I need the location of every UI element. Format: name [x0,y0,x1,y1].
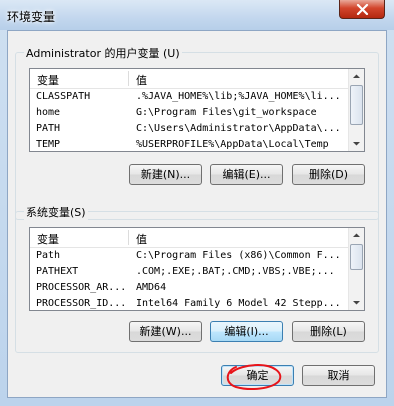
var-name: home [36,107,61,118]
var-value: AMD64 [136,282,167,293]
scroll-thumb[interactable] [350,85,363,125]
column-header-value[interactable]: 值 [136,231,147,247]
system-vars-title: 系统变量(S) [24,204,88,220]
scroll-thumb[interactable] [350,244,363,270]
system-vars-scrollbar[interactable] [348,228,364,310]
scroll-down-icon[interactable] [352,298,361,307]
var-value: C:\Users\Administrator\AppData\... [136,123,341,134]
close-icon [356,4,369,15]
user-vars-list[interactable]: 变量 值 CLASSPATH .%JAVA_HOME%\lib;%JAVA_HO… [29,68,365,152]
user-new-button[interactable]: 新建(N)... [129,164,202,185]
system-vars-list[interactable]: 变量 值 Path C:\Program Files (x86)\Common … [29,227,365,311]
user-vars-header: 变量 值 [30,69,348,89]
cancel-button[interactable]: 取消 [302,365,375,386]
window-title: 环境变量 [7,10,56,24]
user-edit-button[interactable]: 编辑(E)... [210,164,283,185]
system-edit-button[interactable]: 编辑(I)... [210,321,283,342]
ok-button[interactable]: 确定 [221,365,294,386]
var-value: .%JAVA_HOME%\lib;%JAVA_HOME%\li... [136,91,341,102]
dialog-body: Administrator 的用户变量 (U) 变量 值 CLASSPATH .… [7,30,387,398]
var-value: %USERPROFILE%\AppData\Local\Temp [136,139,329,150]
column-divider[interactable] [128,71,129,86]
system-vars-header: 变量 值 [30,228,348,248]
var-name: PATHEXT [36,266,79,277]
user-vars-title: Administrator 的用户变量 (U) [24,45,182,61]
table-row[interactable]: CLASSPATH .%JAVA_HOME%\lib;%JAVA_HOME%\l… [30,89,348,105]
column-divider[interactable] [128,230,129,245]
column-header-name[interactable]: 变量 [37,72,59,88]
user-delete-button[interactable]: 删除(D) [292,164,365,185]
table-row[interactable]: TEMP %USERPROFILE%\AppData\Local\Temp [30,137,348,151]
var-name: PATH [36,123,61,134]
var-value: C:\Program Files (x86)\Common F... [136,250,341,261]
var-name: CLASSPATH [36,91,91,102]
system-new-button[interactable]: 新建(W)... [129,321,202,342]
column-header-value[interactable]: 值 [136,72,147,88]
system-delete-button[interactable]: 删除(L) [292,321,365,342]
table-row[interactable]: PATHEXT .COM;.EXE;.BAT;.CMD;.VBS;.VBE;..… [30,264,348,280]
scroll-up-icon[interactable] [352,231,361,240]
var-value: G:\Program Files\git_workspace [136,107,317,118]
table-row[interactable]: Path C:\Program Files (x86)\Common F... [30,248,348,264]
var-value: Intel64 Family 6 Model 42 Stepp... [136,298,341,309]
table-row[interactable]: PROCESSOR_AR... AMD64 [30,280,348,296]
column-header-name[interactable]: 变量 [37,231,59,247]
var-value: .COM;.EXE;.BAT;.CMD;.VBS;.VBE;... [136,266,335,277]
table-row[interactable]: PROCESSOR_ID... Intel64 Family 6 Model 4… [30,296,348,310]
table-row[interactable]: home G:\Program Files\git_workspace [30,105,348,121]
var-name: TEMP [36,139,61,150]
scroll-up-icon[interactable] [352,72,361,81]
close-button[interactable] [339,0,385,19]
user-vars-scrollbar[interactable] [348,69,364,151]
table-row[interactable]: PATH C:\Users\Administrator\AppData\... [30,121,348,137]
var-name: PROCESSOR_ID... [36,298,127,309]
scroll-down-icon[interactable] [352,139,361,148]
title-bar[interactable]: 环境变量 [0,0,394,30]
var-name: PROCESSOR_AR... [36,282,127,293]
var-name: Path [36,250,61,261]
